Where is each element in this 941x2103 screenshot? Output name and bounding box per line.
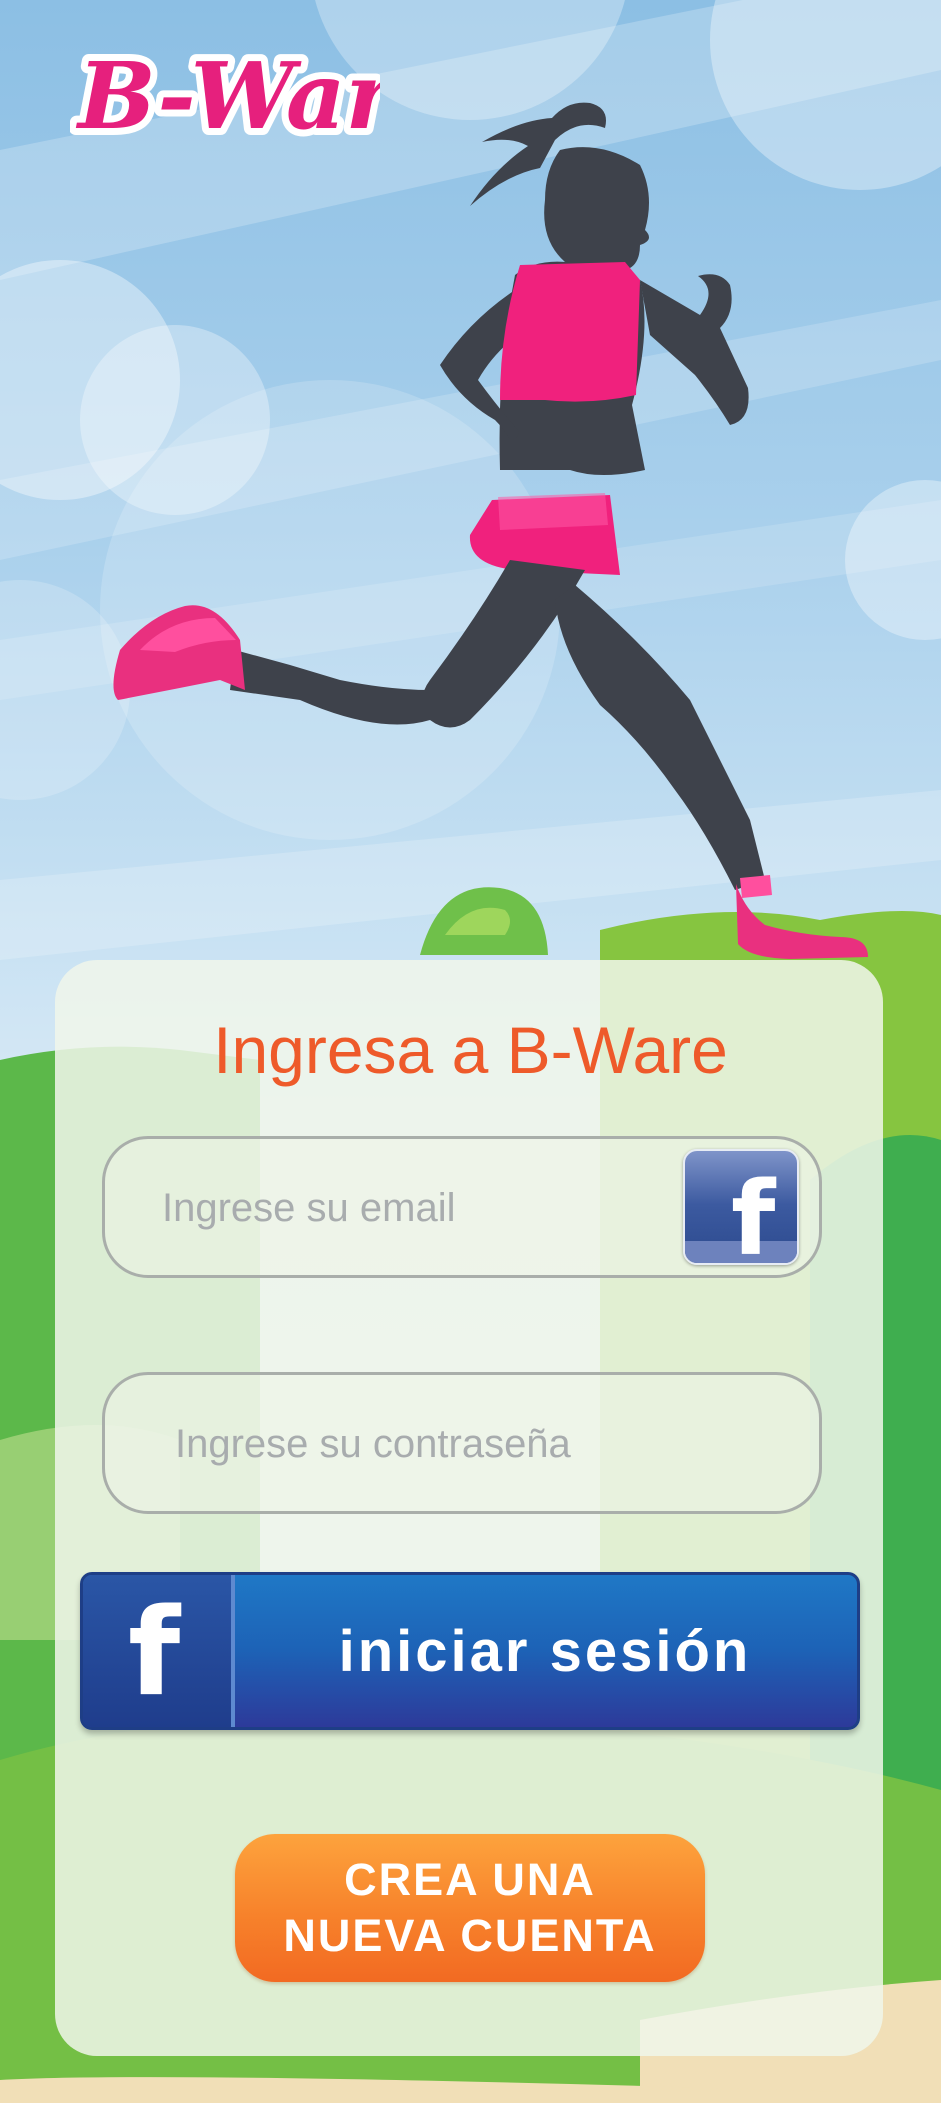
email-field[interactable]: f [102,1136,822,1278]
b-ware-logo: B-Ware B-Ware [70,35,380,157]
create-account-line-1: CREA UNA [344,1854,596,1905]
login-screen: B-Ware B-Ware Ingresa a B-Ware f f inici… [0,0,941,2103]
facebook-glyph: f [731,1160,776,1265]
create-account-line-2: NUEVA CUENTA [283,1910,657,1961]
create-account-button[interactable]: CREA UNA NUEVA CUENTA [235,1834,705,1982]
facebook-login-label: iniciar sesión [338,1618,752,1684]
facebook-icon: f [83,1575,235,1727]
page-title: Ingresa a B-Ware [213,1013,728,1087]
logo-text: B-Ware [75,42,380,150]
facebook-login-button[interactable]: f iniciar sesión [80,1572,860,1730]
facebook-icon[interactable]: f [683,1149,799,1265]
facebook-glyph: f [128,1584,181,1723]
email-input[interactable] [160,1139,644,1277]
password-input[interactable] [173,1375,737,1513]
password-field[interactable] [102,1372,822,1514]
